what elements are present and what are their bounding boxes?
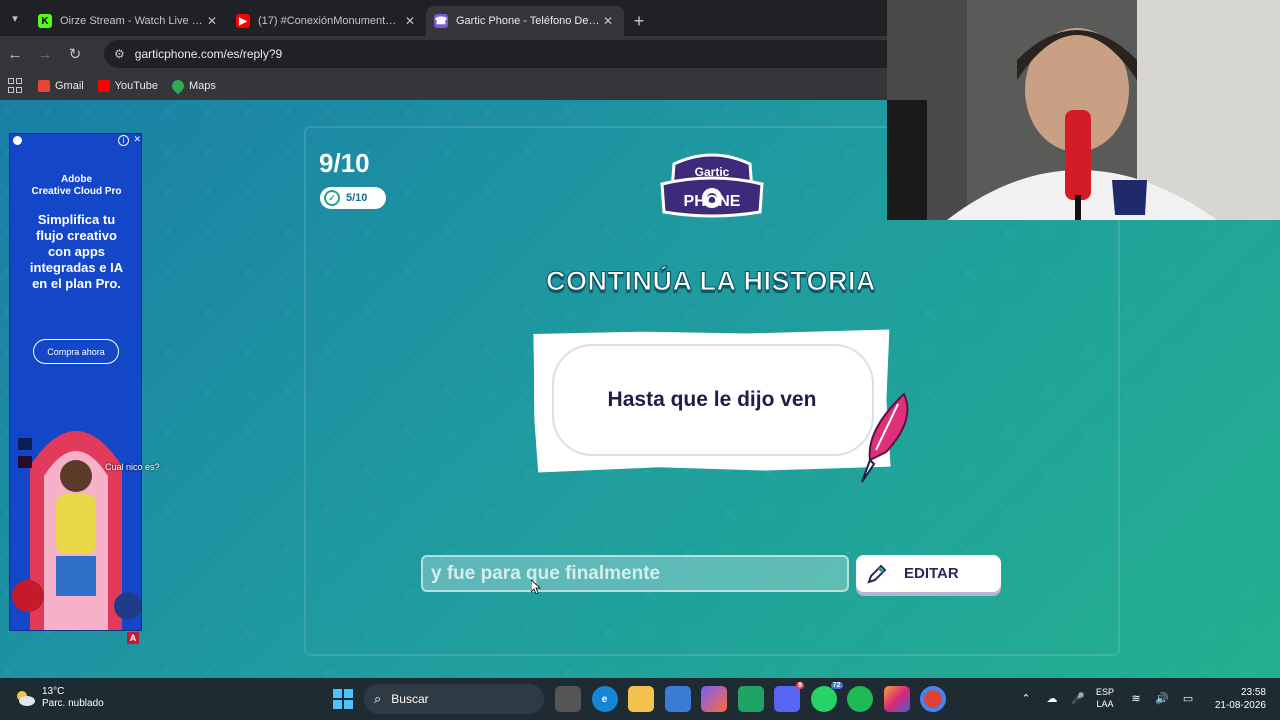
chevron-up-icon[interactable]: ⌃ xyxy=(1018,690,1034,706)
new-tab-button[interactable]: + xyxy=(624,6,654,36)
site-info-icon[interactable]: ⚙ xyxy=(114,47,125,61)
progress-text: 5/10 xyxy=(346,192,368,204)
microphone-icon[interactable]: 🎤 xyxy=(1070,690,1086,706)
clock-date: 21-08-2026 xyxy=(1214,700,1266,711)
gartic-icon: ☎ xyxy=(434,14,448,28)
cloud-sun-icon xyxy=(17,691,35,706)
kick-icon: K xyxy=(38,14,52,28)
clock-time: 23:58 xyxy=(1240,687,1266,698)
ad-brand: Adobe Creative Cloud Pro xyxy=(10,174,141,198)
folder-icon[interactable] xyxy=(628,686,654,712)
round-counter: 9/10 xyxy=(319,148,370,178)
taskbar: 13°C Parc. nublado ⌕ Buscar e 9 72 ⌃ ☁ 🎤… xyxy=(0,678,1280,720)
quill-icon xyxy=(861,392,909,483)
close-icon[interactable]: ✕ xyxy=(204,14,220,28)
back-button[interactable]: ← xyxy=(0,39,30,69)
mouse-cursor-icon xyxy=(531,580,541,594)
close-icon[interactable]: ✕ xyxy=(402,14,418,28)
spotify-icon[interactable] xyxy=(847,686,873,712)
lang-secondary: LAA xyxy=(1096,699,1114,709)
youtube-icon xyxy=(97,80,110,92)
bookmark-maps[interactable]: Maps xyxy=(169,77,216,95)
lang-primary: ESP xyxy=(1096,687,1115,697)
chrome-icon[interactable] xyxy=(920,686,946,712)
instagram-icon[interactable] xyxy=(883,686,910,712)
tab-strip: ▾ K Oirze Stream - Watch Live on Ki ✕ ▶ … xyxy=(0,0,887,36)
story-input[interactable]: y fue para que finalmente xyxy=(421,555,849,592)
address-bar[interactable]: ⚙ garticphone.com/es/reply?9 xyxy=(104,40,904,68)
url-text: garticphone.com/es/reply?9 xyxy=(134,47,283,61)
ad-brand-line1: Adobe xyxy=(60,174,93,185)
bookmark-label: Gmail xyxy=(55,80,84,92)
whatsapp-icon[interactable]: 72 xyxy=(810,682,843,712)
apps-grid-icon[interactable] xyxy=(8,78,24,94)
onedrive-icon[interactable]: ☁ xyxy=(1044,690,1060,706)
whatsapp-badge: 72 xyxy=(830,682,843,689)
reload-button[interactable]: ↻ xyxy=(60,39,90,69)
file-explorer-dark-icon[interactable] xyxy=(555,686,581,712)
ad-info-bar: i ✕ xyxy=(10,134,141,148)
weather-widget[interactable]: 13°C Parc. nublado xyxy=(14,686,104,710)
battery-icon[interactable]: ▭ xyxy=(1180,690,1196,706)
discord-icon[interactable]: 9 xyxy=(774,682,804,712)
copilot-icon[interactable] xyxy=(701,686,727,712)
ad-logo-icon xyxy=(13,136,22,145)
search-icon: ⌕ xyxy=(374,691,382,706)
discord-badge: 9 xyxy=(796,682,804,689)
progress-badge: ✓ 5/10 xyxy=(320,187,386,209)
logo-bottom-text: PHONE xyxy=(684,193,741,210)
close-icon[interactable]: ✕ xyxy=(600,14,616,28)
tab-gartic[interactable]: ☎ Gartic Phone - Teléfono Descon ✕ xyxy=(426,6,624,36)
stream-chat-overlay: Cual nico es? xyxy=(105,462,160,472)
start-button[interactable] xyxy=(333,689,353,709)
search-label: Buscar xyxy=(391,692,429,706)
gartic-phone-logo: Gartic PHONE xyxy=(660,153,764,218)
webcam-overlay xyxy=(887,0,1280,220)
bookmark-label: Maps xyxy=(188,80,216,92)
bookmark-youtube[interactable]: YouTube xyxy=(97,80,158,92)
ad-close-icon[interactable]: ✕ xyxy=(133,134,141,145)
app-green-icon[interactable] xyxy=(737,686,764,712)
pencil-icon xyxy=(867,564,887,584)
check-icon: ✓ xyxy=(324,190,340,206)
weather-desc: Parc. nublado xyxy=(42,698,104,709)
ad-info-icon[interactable]: i xyxy=(118,135,129,146)
edge-icon[interactable]: e xyxy=(591,686,618,712)
tab-title: (17) #ConexiónMonumental | C xyxy=(258,15,402,27)
youtube-icon: ▶ xyxy=(236,14,250,28)
tab-search-button[interactable]: ▾ xyxy=(0,0,30,36)
navigation-bar: ← → ↻ ⚙ garticphone.com/es/reply?9 xyxy=(0,36,904,72)
bookmarks-bar: Gmail YouTube Maps xyxy=(0,72,887,100)
tab-youtube[interactable]: ▶ (17) #ConexiónMonumental | C ✕ xyxy=(228,6,426,36)
ad-illustration xyxy=(10,406,141,630)
edit-button[interactable]: EDITAR xyxy=(856,555,1001,592)
story-input-value: y fue para que finalmente xyxy=(431,562,661,584)
edit-button-label: EDITAR xyxy=(904,565,959,582)
store-icon[interactable] xyxy=(664,686,691,712)
language-indicator[interactable]: ESP LAA xyxy=(1096,686,1114,710)
ad-choices-icon[interactable]: A xyxy=(127,632,139,644)
system-tray: ⌃ ☁ 🎤 ESP LAA ≋ 🔊 ▭ xyxy=(1018,686,1206,710)
ad-brand-line2: Creative Cloud Pro xyxy=(31,186,122,197)
page-title: CONTINÚA LA HISTORIA xyxy=(546,266,877,297)
volume-icon[interactable]: 🔊 xyxy=(1154,690,1170,706)
weather-temp: 13°C xyxy=(42,686,65,697)
ad-cta-button[interactable]: Compra ahora xyxy=(33,339,119,364)
prompt-text: Hasta que le dijo ven xyxy=(607,388,817,411)
taskbar-search[interactable]: ⌕ Buscar xyxy=(364,684,544,714)
bookmark-label: YouTube xyxy=(114,80,158,92)
tab-title: Gartic Phone - Teléfono Descon xyxy=(456,15,600,27)
tab-title: Oirze Stream - Watch Live on Ki xyxy=(60,15,204,27)
gmail-icon xyxy=(38,80,50,92)
maps-icon xyxy=(169,77,187,95)
wifi-icon[interactable]: ≋ xyxy=(1128,690,1144,706)
ad-copy: Simplifica tu flujo creativo con apps in… xyxy=(29,212,124,291)
forward-button[interactable]: → xyxy=(30,39,60,69)
tab-kick[interactable]: K Oirze Stream - Watch Live on Ki ✕ xyxy=(30,6,228,36)
ad-banner[interactable]: i ✕ Adobe Creative Cloud Pro Simplifica … xyxy=(9,133,142,631)
taskbar-apps: e 9 72 xyxy=(555,682,957,712)
clock[interactable]: 23:58 21-08-2026 xyxy=(1215,686,1266,712)
bookmark-gmail[interactable]: Gmail xyxy=(38,80,84,92)
logo-top-text: Gartic xyxy=(695,165,730,179)
